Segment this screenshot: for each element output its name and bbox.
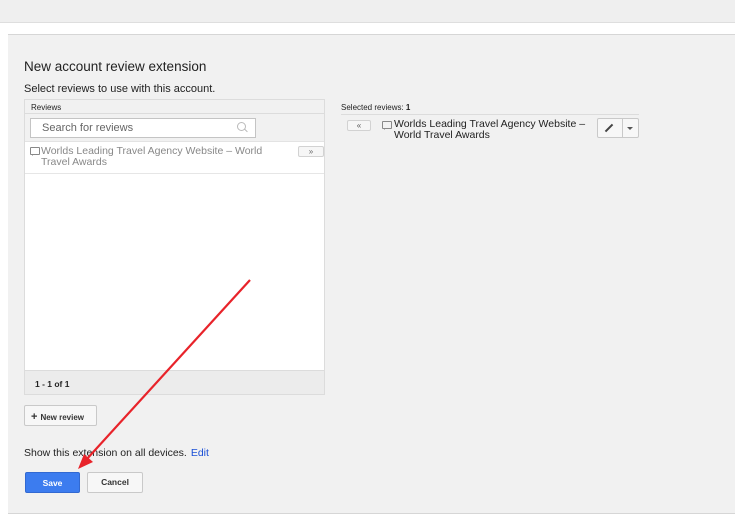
pencil-icon[interactable] [598, 119, 623, 137]
remove-review-button[interactable]: « [347, 120, 371, 131]
review-bubble-icon [30, 147, 40, 156]
selected-review-label: Worlds Leading Travel Agency Website – W… [394, 118, 586, 141]
new-review-label: New review [40, 413, 85, 422]
pagination-status: 1 - 1 of 1 [25, 370, 324, 394]
plus-icon: + [31, 411, 38, 423]
page-subtitle: Select reviews to use with this account. [24, 83, 216, 95]
save-button[interactable]: Save [25, 472, 80, 493]
cancel-button[interactable]: Cancel [87, 472, 143, 493]
new-review-button[interactable]: + New review [24, 405, 97, 426]
page-title: New account review extension [24, 59, 207, 74]
edit-review-control [597, 118, 639, 138]
reviews-list-box: Reviews Worlds Leading Travel Agency Web… [24, 99, 325, 395]
extension-panel: New account review extension Select revi… [8, 34, 735, 514]
search-icon[interactable] [237, 122, 246, 131]
devices-text: Show this extension on all devices. [24, 447, 187, 459]
edit-devices-link[interactable]: Edit [191, 447, 209, 459]
divider [341, 114, 639, 115]
devices-setting: Show this extension on all devices. Edit [24, 447, 209, 459]
selected-review-bubble-icon [382, 121, 392, 130]
search-input[interactable] [30, 118, 256, 138]
selected-count: 1 [405, 103, 411, 112]
top-bar [0, 0, 735, 23]
chevron-down-icon[interactable] [622, 119, 638, 137]
search-bar [25, 114, 324, 142]
review-item-label: Worlds Leading Travel Agency Website – W… [41, 145, 263, 168]
add-review-button[interactable]: » [298, 146, 324, 157]
list-item[interactable]: Worlds Leading Travel Agency Website – W… [25, 142, 324, 174]
selected-reviews-header: Selected reviews: 1 [341, 103, 410, 112]
reviews-header: Reviews [25, 100, 324, 114]
selected-reviews-label: Selected reviews: [341, 103, 406, 112]
